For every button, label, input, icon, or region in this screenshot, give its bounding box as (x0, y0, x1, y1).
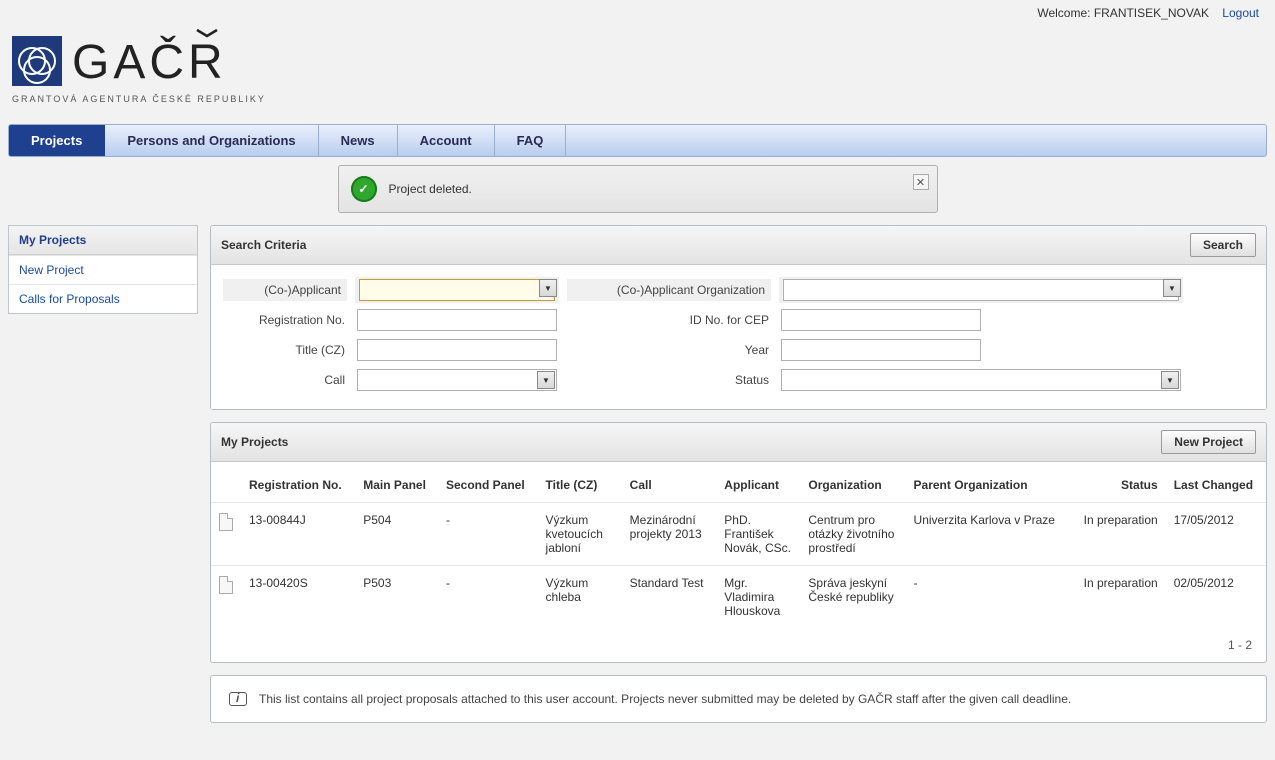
cell-last-changed: 17/05/2012 (1166, 503, 1266, 566)
nav-faq[interactable]: FAQ (495, 125, 567, 156)
nav-account[interactable]: Account (398, 125, 495, 156)
pager: 1 - 2 (211, 628, 1266, 662)
logo-subtitle: GRANTOVÁ AGENTURA ČESKÉ REPUBLIKY (12, 94, 266, 104)
table-row[interactable]: 13-00844J P504 - Výzkum kvetoucích jablo… (211, 503, 1266, 566)
nav-persons-orgs[interactable]: Persons and Organizations (105, 125, 318, 156)
cell-reg-no: 13-00420S (241, 566, 355, 629)
label-co-applicant: (Co-)Applicant (223, 279, 347, 301)
info-text: This list contains all project proposals… (259, 692, 1071, 706)
col-parent-org: Parent Organization (906, 462, 1071, 503)
cell-status: In preparation (1071, 566, 1166, 629)
call-select[interactable] (357, 369, 557, 391)
cell-title-cz: Výzkum kvetoucích jabloní (538, 503, 622, 566)
document-icon (219, 513, 233, 531)
sidebar-item-calls[interactable]: Calls for Proposals (9, 284, 197, 313)
my-projects-panel: My Projects New Project Registration No.… (210, 422, 1267, 663)
cell-organization: Centrum pro otázky životního prostředí (800, 503, 905, 566)
reg-no-input[interactable] (357, 309, 557, 331)
col-applicant: Applicant (716, 462, 800, 503)
alert-banner: ✓ Project deleted. ✕ (338, 165, 938, 213)
year-input[interactable] (781, 339, 981, 361)
label-title-cz: Title (CZ) (225, 343, 345, 357)
cell-status: In preparation (1071, 503, 1166, 566)
label-call: Call (225, 373, 345, 387)
sidebar: My Projects New Project Calls for Propos… (8, 225, 198, 314)
id-cep-input[interactable] (781, 309, 981, 331)
logout-link[interactable]: Logout (1222, 6, 1259, 20)
co-applicant-org-select[interactable] (783, 279, 1179, 301)
cell-call: Mezinárodní projekty 2013 (622, 503, 717, 566)
alert-close-button[interactable]: ✕ (913, 174, 929, 190)
cell-reg-no: 13-00844J (241, 503, 355, 566)
cell-organization: Správa jeskyní České republiky (800, 566, 905, 629)
co-applicant-select[interactable] (359, 279, 555, 301)
col-last-changed: Last Changed (1166, 462, 1266, 503)
search-button[interactable]: Search (1190, 233, 1256, 257)
cell-main-panel: P503 (355, 566, 438, 629)
welcome-label: Welcome: FRANTISEK_NOVAK (1037, 6, 1209, 20)
nav-news[interactable]: News (319, 125, 398, 156)
sidebar-item-my-projects[interactable]: My Projects (9, 226, 197, 255)
col-call: Call (622, 462, 717, 503)
success-icon: ✓ (351, 176, 377, 202)
col-main-panel: Main Panel (355, 462, 438, 503)
search-criteria-title: Search Criteria (221, 238, 306, 252)
cell-main-panel: P504 (355, 503, 438, 566)
projects-table: Registration No. Main Panel Second Panel… (211, 462, 1266, 628)
nav-projects[interactable]: Projects (9, 125, 105, 156)
cell-second-panel: - (438, 566, 538, 629)
label-status: Status (569, 373, 769, 387)
label-co-applicant-org: (Co-)Applicant Organization (567, 279, 771, 301)
title-cz-input[interactable] (357, 339, 557, 361)
col-second-panel: Second Panel (438, 462, 538, 503)
logo: GAČR GRANTOVÁ AGENTURA ČESKÉ REPUBLIKY (0, 20, 1275, 124)
info-panel: This list contains all project proposals… (210, 675, 1267, 723)
new-project-button[interactable]: New Project (1161, 430, 1256, 454)
cell-applicant: Mgr. Vladimira Hlouskova (716, 566, 800, 629)
alert-message: Project deleted. (389, 182, 472, 196)
label-reg-no: Registration No. (225, 313, 345, 327)
table-row[interactable]: 13-00420S P503 - Výzkum chleba Standard … (211, 566, 1266, 629)
col-organization: Organization (800, 462, 905, 503)
col-status: Status (1071, 462, 1166, 503)
info-icon (229, 692, 247, 706)
cell-applicant: PhD. František Novák, CSc. (716, 503, 800, 566)
label-year: Year (569, 343, 769, 357)
main-nav: Projects Persons and Organizations News … (8, 124, 1267, 157)
cell-title-cz: Výzkum chleba (538, 566, 622, 629)
my-projects-title: My Projects (221, 435, 288, 449)
document-icon (219, 576, 233, 594)
sidebar-item-new-project[interactable]: New Project (9, 255, 197, 284)
search-criteria-panel: Search Criteria Search (Co-)Applicant ▼ … (210, 225, 1267, 410)
cell-second-panel: - (438, 503, 538, 566)
col-title-cz: Title (CZ) (538, 462, 622, 503)
col-reg-no: Registration No. (241, 462, 355, 503)
cell-parent-org: - (906, 566, 1071, 629)
cell-call: Standard Test (622, 566, 717, 629)
cell-last-changed: 02/05/2012 (1166, 566, 1266, 629)
status-select[interactable] (781, 369, 1181, 391)
logo-title: GAČR (72, 35, 227, 89)
cell-parent-org: Univerzita Karlova v Praze (906, 503, 1071, 566)
label-id-cep: ID No. for CEP (569, 313, 769, 327)
